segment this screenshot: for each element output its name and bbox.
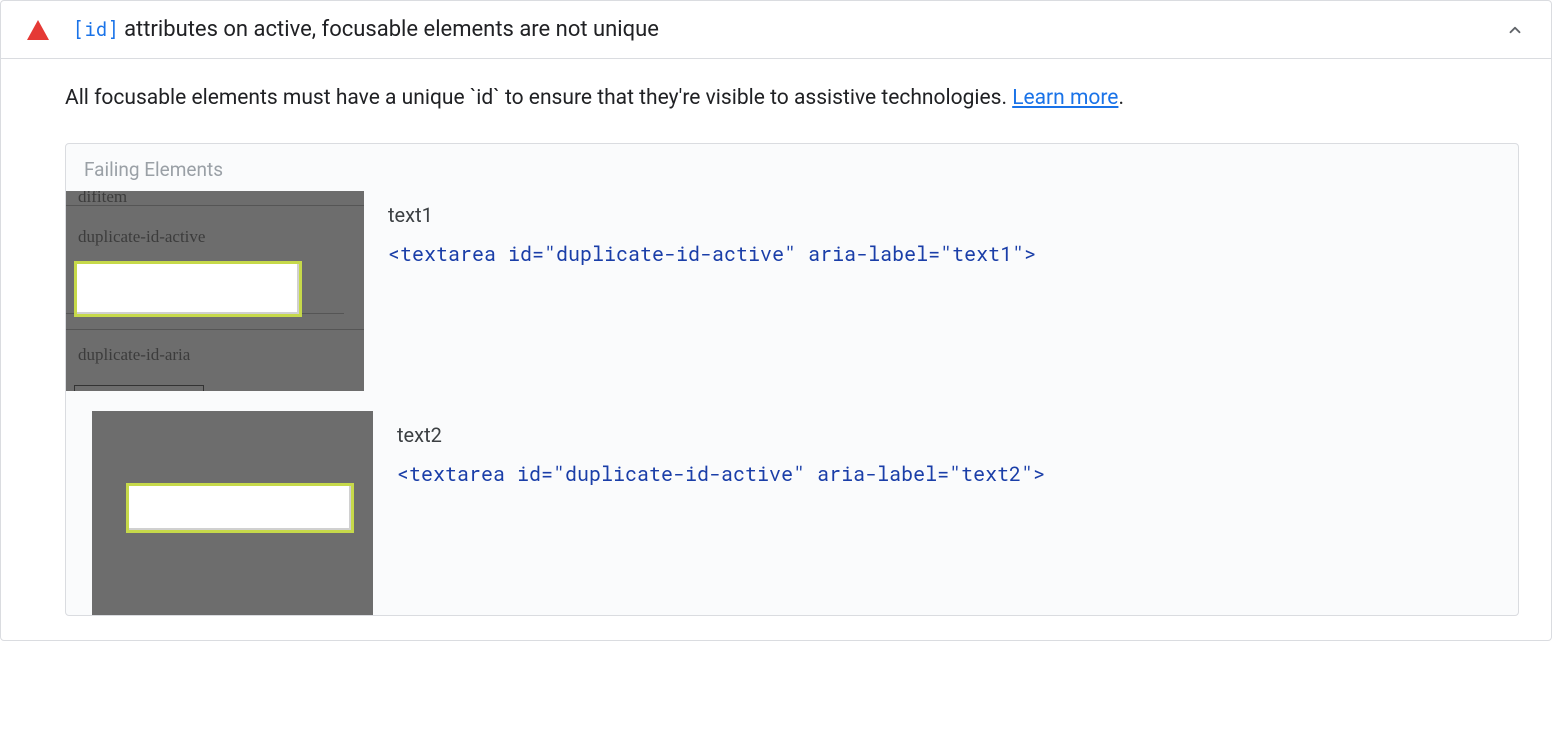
failing-text: text1 <textarea id="duplicate-id-active"… [388, 191, 1036, 267]
highlight-box [74, 261, 302, 317]
audit-title: [id] attributes on active, focusable ele… [73, 17, 1503, 42]
audit-title-text: attributes on active, focusable elements… [119, 17, 659, 42]
learn-more-link[interactable]: Learn more [1012, 86, 1118, 110]
thumb-text-cut: difitem [78, 191, 127, 207]
highlight-box [126, 483, 354, 533]
element-thumbnail[interactable] [92, 411, 373, 615]
failing-elements-header: Failing Elements [66, 144, 1518, 191]
warning-triangle-icon [27, 20, 49, 40]
failing-text: text2 <textarea id="duplicate-id-active"… [397, 411, 1045, 487]
thumb-text-2: duplicate-id-aria [78, 345, 190, 365]
spacer [66, 391, 1518, 411]
element-thumbnail[interactable]: difitem duplicate-id-active duplicate-id… [66, 191, 364, 391]
audit-header[interactable]: [id] attributes on active, focusable ele… [1, 1, 1551, 59]
failing-element-code[interactable]: <textarea id="duplicate-id-active" aria-… [397, 461, 1045, 487]
audit-description: All focusable elements must have a uniqu… [65, 83, 1519, 115]
audit-description-text: All focusable elements must have a uniqu… [65, 86, 1012, 110]
chevron-up-icon[interactable] [1503, 18, 1527, 42]
failing-element-code[interactable]: <textarea id="duplicate-id-active" aria-… [388, 241, 1036, 267]
audit-code-tag: [id] [73, 17, 119, 42]
audit-body: All focusable elements must have a uniqu… [1, 59, 1551, 640]
audit-item: [id] attributes on active, focusable ele… [0, 0, 1552, 641]
period: . [1118, 86, 1124, 110]
failing-elements-panel: Failing Elements difitem duplicate-id-ac… [65, 143, 1519, 616]
plain-box [74, 385, 204, 391]
failing-element-label: text1 [388, 203, 1036, 227]
failing-element-label: text2 [397, 423, 1045, 447]
failing-item: text2 <textarea id="duplicate-id-active"… [66, 411, 1518, 615]
thumb-text-1: duplicate-id-active [78, 227, 205, 247]
divider [66, 329, 364, 330]
failing-item: difitem duplicate-id-active duplicate-id… [66, 191, 1518, 391]
